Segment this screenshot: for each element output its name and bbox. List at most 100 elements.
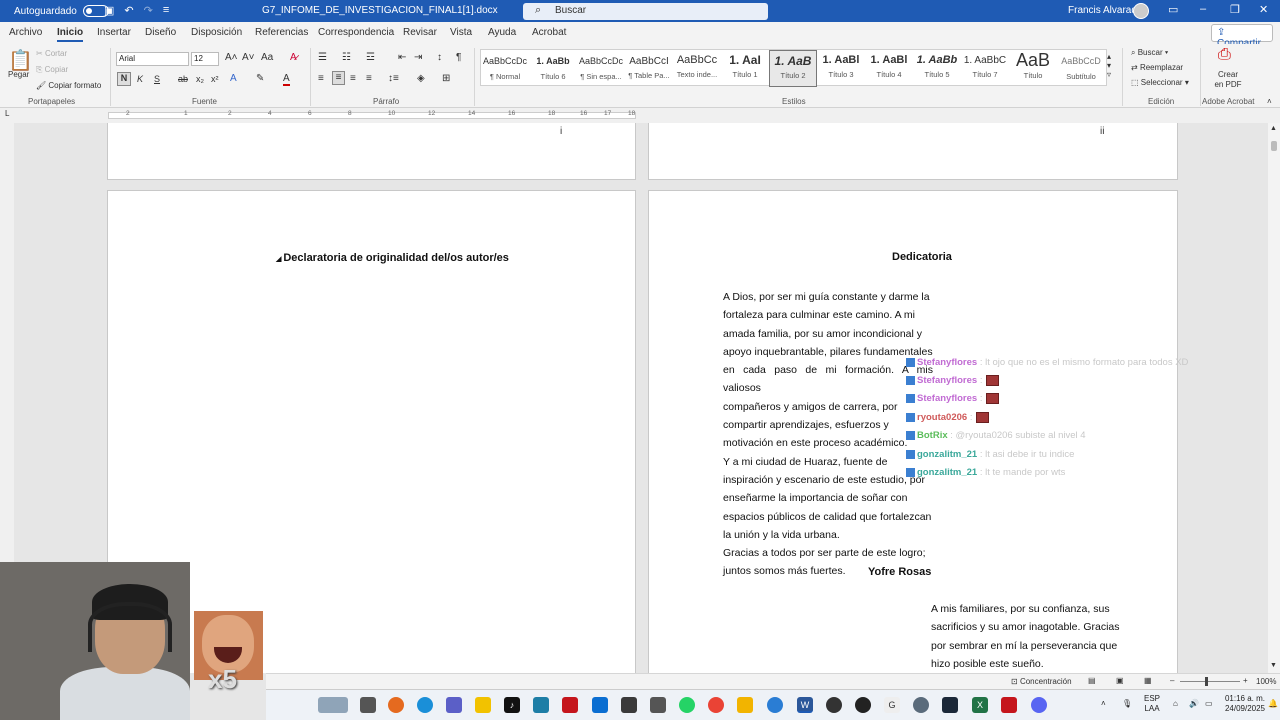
focus-mode-button[interactable]: ⊡ Concentración (1011, 677, 1072, 686)
zoom-out-icon[interactable]: – (1170, 676, 1174, 685)
tray-overflow-icon[interactable]: ˄ (1101, 699, 1106, 708)
tab-acrobat[interactable]: Acrobat (532, 27, 566, 38)
change-case-icon[interactable]: Aa (261, 52, 273, 63)
app3-icon[interactable]: G (884, 697, 900, 713)
scroll-up-icon[interactable]: ▲ (1270, 125, 1277, 132)
shading-icon[interactable]: ◈ (417, 73, 425, 84)
style-texto-independiente[interactable]: AaBbCc Texto inde... (673, 50, 721, 87)
bullets-icon[interactable]: ☰ (318, 52, 327, 63)
tab-correspondencia[interactable]: Correspondencia (318, 27, 394, 38)
zoom-in-icon[interactable]: + (1243, 676, 1248, 685)
section-heading[interactable]: Dedicatoria (892, 251, 952, 263)
style-titulo4[interactable]: 1. AaBl Título 4 (865, 50, 913, 87)
vertical-scrollbar[interactable]: ▲ ▼ (1268, 123, 1280, 673)
font-size-select[interactable]: 12 (191, 52, 219, 66)
terminal-icon[interactable] (533, 697, 549, 713)
align-right-icon[interactable]: ≡ (350, 73, 356, 84)
chrome-icon[interactable] (708, 697, 724, 713)
task-view-icon[interactable] (360, 697, 376, 713)
style-sin-espacio[interactable]: AaBbCcDc ¶ Sin espa... (577, 50, 625, 87)
edge-icon[interactable] (417, 697, 433, 713)
page-ii-bottom[interactable]: ii (648, 123, 1178, 180)
read-mode-icon[interactable]: ▤ (1088, 676, 1096, 685)
scroll-down-icon[interactable]: ▼ (1270, 662, 1277, 669)
style-normal[interactable]: AaBbCcDc ¶ Normal (481, 50, 529, 87)
tab-inicio[interactable]: Inicio (57, 27, 84, 42)
tab-disposicion[interactable]: Disposición (191, 27, 242, 38)
style-titulo2[interactable]: 1. AaB Título 2 (769, 50, 817, 87)
zoom-slider-thumb[interactable] (1205, 677, 1208, 686)
style-titulo[interactable]: AaB Título (1009, 50, 1057, 87)
notifications-icon[interactable]: 🔔 (1268, 699, 1278, 708)
share-button[interactable]: ⇪ Compartir (1211, 24, 1273, 49)
text-effects-icon[interactable]: A (230, 73, 237, 84)
bold-button[interactable]: N (117, 72, 131, 86)
mic-icon[interactable]: 🎙 (1122, 699, 1132, 708)
avatar[interactable] (1133, 3, 1149, 19)
style-titulo5[interactable]: 1. AaBb Título 5 (913, 50, 961, 87)
battery-icon[interactable]: ▭ (1205, 699, 1213, 708)
outlook-icon[interactable] (592, 697, 608, 713)
steam-icon[interactable] (942, 697, 958, 713)
close-icon[interactable]: ✕ (1259, 3, 1268, 16)
search-box[interactable]: ⌕ Buscar (523, 3, 768, 20)
italic-button[interactable]: K (137, 74, 143, 84)
copy-button[interactable]: ⎘ Copiar (36, 65, 68, 75)
multilevel-icon[interactable]: ☲ (366, 52, 375, 63)
widgets-icon[interactable] (318, 697, 348, 713)
sort-icon[interactable]: ↕ (437, 52, 442, 63)
app2-icon[interactable] (855, 697, 871, 713)
decrease-indent-icon[interactable]: ⇤ (398, 52, 406, 63)
app-icon[interactable] (621, 697, 637, 713)
clock[interactable]: 01:16 a. m. 24/09/2025 (1221, 694, 1269, 714)
zoom-level[interactable]: 100% (1256, 677, 1276, 686)
customize-icon[interactable]: ≡ (163, 4, 169, 17)
tab-insertar[interactable]: Insertar (97, 27, 131, 38)
obs-icon[interactable] (826, 697, 842, 713)
styles-scroll-icon[interactable]: ▴ ▾ ▿ (1107, 52, 1111, 79)
line-spacing-icon[interactable]: ↕≡ (388, 73, 399, 84)
volume-icon[interactable]: 🔊 (1189, 699, 1199, 708)
paste-button[interactable]: Pegar (8, 70, 29, 79)
collapse-ribbon-icon[interactable]: ˄ (1267, 97, 1272, 106)
network-icon[interactable]: ⌂ (1173, 699, 1178, 708)
align-left-icon[interactable]: ≡ (318, 73, 324, 84)
redo-icon[interactable]: ↷ (144, 4, 153, 17)
whatsapp-icon[interactable] (679, 697, 695, 713)
settings-icon[interactable] (913, 697, 929, 713)
borders-icon[interactable]: ⊞ (442, 73, 450, 84)
word-icon[interactable]: W (797, 697, 813, 713)
subscript-icon[interactable]: x₂ (196, 74, 204, 84)
pdf-icon[interactable]: ⎙ (1218, 46, 1231, 64)
minimize-icon[interactable]: – (1200, 3, 1206, 15)
font-color-icon[interactable]: A (283, 73, 290, 86)
zoom-slider[interactable] (1180, 681, 1240, 682)
teams-icon[interactable] (446, 697, 462, 713)
browser-icon[interactable] (767, 697, 783, 713)
grow-font-icon[interactable]: A˄ (225, 52, 238, 63)
page-i-bottom[interactable]: i (107, 123, 636, 180)
tab-vista[interactable]: Vista (450, 27, 472, 38)
style-titulo7[interactable]: 1. AaBbC Título 7 (961, 50, 1009, 87)
shrink-font-icon[interactable]: A˅ (242, 52, 255, 63)
format-painter-button[interactable]: 🖌 Copiar formato (36, 81, 101, 90)
section-heading[interactable]: ◢ Declaratoria de originalidad del/os au… (276, 252, 509, 264)
firefox-icon[interactable] (388, 697, 404, 713)
clear-format-icon[interactable]: A̷ (290, 52, 297, 63)
undo-icon[interactable]: ↶ (124, 4, 133, 17)
maximize-icon[interactable]: ❐ (1230, 3, 1240, 16)
tiktok-icon[interactable]: ♪ (504, 697, 520, 713)
excel-icon[interactable]: X (972, 697, 988, 713)
strikethrough-icon[interactable]: ab (178, 74, 188, 84)
save-icon[interactable]: ▣ (104, 4, 114, 17)
increase-indent-icon[interactable]: ⇥ (414, 52, 422, 63)
second-dedication-paragraph[interactable]: A mis familiares, por su confianza, sus s… (931, 600, 1123, 673)
align-center-icon[interactable]: ≡ (332, 71, 345, 85)
pilcrow-icon[interactable]: ¶ (456, 52, 461, 63)
print-layout-icon[interactable]: ▣ (1116, 676, 1124, 685)
tab-diseno[interactable]: Diseño (145, 27, 176, 38)
folder-icon[interactable] (737, 697, 753, 713)
tab-referencias[interactable]: Referencias (255, 27, 308, 38)
underline-button[interactable]: S (154, 74, 160, 84)
ribbon-display-icon[interactable]: ▭ (1168, 3, 1178, 16)
